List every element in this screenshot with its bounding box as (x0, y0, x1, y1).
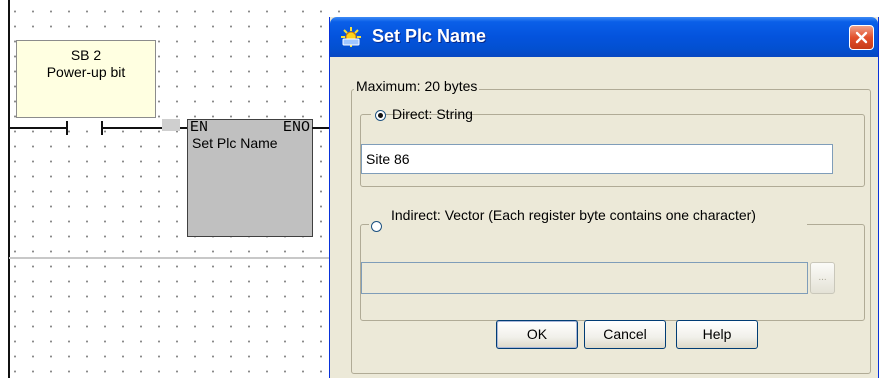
indirect-vector-radio[interactable] (371, 221, 382, 232)
indirect-vector-input[interactable] (361, 262, 808, 294)
radio-selected-dot (378, 113, 383, 118)
rung-wire-left (9, 127, 66, 129)
indirect-vector-radio-option[interactable]: Indirect: Vector (Each register byte con… (369, 205, 807, 245)
ladder-editor[interactable]: SB 2 Power-up bit EN ENO Set Plc Name (0, 0, 340, 378)
cancel-button[interactable]: Cancel (584, 320, 666, 349)
indirect-vector-label[interactable]: Indirect: Vector (Each register byte con… (391, 206, 791, 225)
close-icon (855, 31, 868, 44)
direct-string-radio[interactable] (375, 110, 386, 121)
fb-en-pin: EN (190, 119, 209, 136)
browse-button[interactable]: ... (810, 262, 835, 294)
direct-string-input[interactable] (361, 144, 833, 174)
fb-name: Set Plc Name (192, 135, 278, 151)
set-plc-name-dialog: Set Plc Name Maximum: 20 bytes Direct: S… (329, 17, 879, 378)
set-plc-name-function-block[interactable]: EN ENO Set Plc Name (187, 119, 313, 237)
left-power-rail (8, 0, 10, 378)
help-button[interactable]: Help (676, 320, 758, 349)
contact-comment-box[interactable]: SB 2 Power-up bit (16, 40, 156, 118)
function-block-header-shade (162, 119, 180, 131)
direct-string-radio-option[interactable]: Direct: String (371, 105, 473, 125)
rung-separator (9, 257, 340, 259)
dialog-title-bar[interactable]: Set Plc Name (330, 17, 878, 57)
fb-eno-pin: ENO (282, 119, 310, 136)
dialog-title: Set Plc Name (372, 26, 487, 46)
sb-description: Power-up bit (46, 64, 126, 80)
close-button[interactable] (849, 25, 874, 50)
maximum-bytes-label: Maximum: 20 bytes (354, 78, 480, 94)
sb-label: SB 2 (70, 47, 102, 63)
contact-left-bar[interactable] (66, 121, 68, 135)
ok-button[interactable]: OK (496, 320, 578, 349)
plc-sun-icon (341, 27, 361, 47)
direct-string-label[interactable]: Direct: String (392, 106, 473, 122)
